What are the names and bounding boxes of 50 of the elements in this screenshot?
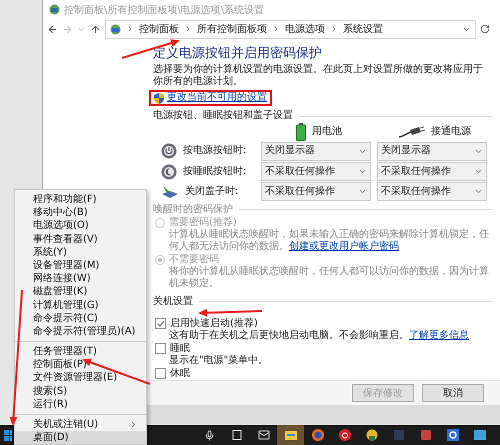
menu-item[interactable]: 网络连接(W) xyxy=(15,272,146,286)
column-header: 接通电源 xyxy=(431,126,471,138)
dropdown[interactable]: 关闭显示器 xyxy=(261,142,371,161)
cancel-button[interactable]: 取消 xyxy=(422,384,484,402)
menu-item[interactable]: 搜索(S) xyxy=(15,384,146,398)
radio-label: 需要密码(推荐) xyxy=(169,216,237,228)
menu-item[interactable]: 事件查看器(V) xyxy=(15,232,146,246)
section-label: 唤醒时的密码保护 xyxy=(153,204,233,216)
admin-settings-link[interactable]: 更改当前不可用的设置 xyxy=(149,90,272,106)
menu-item[interactable]: 电源选项(O) xyxy=(15,219,146,233)
menu-item[interactable]: 任务管理器(T) xyxy=(15,345,146,358)
checkbox-label: 启用快速启动(推荐) xyxy=(170,318,258,330)
address-bar[interactable]: 控制面板 所有控制面板项 电源选项 系统设置 xyxy=(105,20,476,38)
menu-item[interactable]: 命令提示符(C) xyxy=(15,312,146,325)
dropdown[interactable]: 关闭显示器 xyxy=(377,142,487,161)
radio-label: 不需要密码 xyxy=(169,254,219,266)
description-text: 选择要为你的计算机设置的电源设置。在此页上对设置所做的更改将应用于你所有的电源计划。 xyxy=(153,64,484,88)
menu-item[interactable]: 系统(Y) xyxy=(15,246,146,259)
dropdown[interactable]: 不采取任何操作 xyxy=(377,162,487,182)
option-description: 显示在"电源"菜单中。 xyxy=(169,354,270,367)
breadcrumb-item[interactable]: 系统设置 xyxy=(343,22,383,36)
window-title: 控制面板\所有控制面板项\电源选项\系统设置 xyxy=(64,4,264,16)
row-label: 按睡眠按钮时: xyxy=(183,166,246,178)
dropdown[interactable]: 不采取任何操作 xyxy=(261,182,371,202)
menu-item[interactable]: 命令提示符(管理员)(A) xyxy=(15,324,146,338)
dropdown[interactable]: 不采取任何操作 xyxy=(377,182,487,202)
row-label: 按电源按钮时: xyxy=(183,145,246,158)
checkbox-label: 休眠 xyxy=(170,368,190,380)
menu-item[interactable]: 磁盘管理(K) xyxy=(15,285,146,298)
section-label: 关机设置 xyxy=(153,296,193,308)
column-header: 用电池 xyxy=(312,126,342,138)
section-label: 电源按钮、睡眠按钮和盖子设置 xyxy=(153,110,293,122)
menu-item[interactable]: 程序和功能(F) xyxy=(15,193,146,206)
checkbox-label: 睡眠 xyxy=(170,342,190,355)
option-description: 将你的计算机从睡眠状态唤醒时，任何人都可以访问你的数据，因为计算机未锁定。 xyxy=(169,266,490,290)
learn-more-link[interactable]: 了解更多信息 xyxy=(409,330,469,341)
menu-item[interactable]: 文件资源管理器(E) xyxy=(15,371,146,385)
menu-item[interactable]: 关机或注销(U) xyxy=(15,418,146,432)
breadcrumb-item[interactable]: 所有控制面板项 xyxy=(197,22,267,36)
menu-item[interactable]: 运行(R) xyxy=(15,398,146,411)
breadcrumb-item[interactable]: 电源选项 xyxy=(285,22,325,36)
breadcrumb-item[interactable]: 控制面板 xyxy=(139,22,179,36)
menu-item[interactable]: 设备管理器(M) xyxy=(15,258,146,272)
dropdown[interactable]: 不采取任何操作 xyxy=(261,162,371,182)
menu-item[interactable]: 桌面(D) xyxy=(15,431,146,444)
row-label: 关闭盖子时: xyxy=(185,186,238,198)
option-description: 这有助于在关机之后更快地启动电脑。不会影响重启。了解更多信息 xyxy=(169,330,470,342)
menu-item[interactable]: 移动中心(B) xyxy=(15,206,146,220)
menu-item[interactable]: 计算机管理(G) xyxy=(15,298,146,312)
option-description: 计算机从睡眠状态唤醒时，如果未输入正确的密码来解除计算机锁定，任何人都无法访问你的数据。创建或更改用户帐户密码 xyxy=(169,228,490,253)
